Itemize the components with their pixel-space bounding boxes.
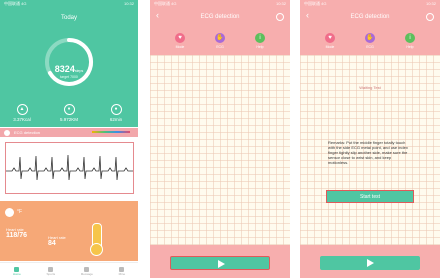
- stat-value: 3.37Kcal: [13, 117, 31, 122]
- ecg-card[interactable]: ECG detection: [0, 128, 138, 200]
- mode-button[interactable]: ♥ Mode: [310, 33, 350, 49]
- info-icon: i: [405, 33, 415, 43]
- status-bar: 中国联通 4G 10:32: [150, 0, 290, 8]
- hand-icon: ✋: [365, 33, 375, 43]
- page-title: Today: [60, 15, 77, 21]
- tab-mine[interactable]: Mine: [119, 266, 125, 276]
- header: 中国联通 4G 10:32 ‹ ECG detection ♥ Mode ✋ E…: [150, 0, 290, 55]
- info-icon: i: [255, 33, 265, 43]
- heart-icon: ♥: [325, 33, 335, 43]
- status-time: 10:32: [275, 1, 286, 6]
- status-bar: 中国联通 4G 10:32: [300, 0, 440, 8]
- play-button[interactable]: [320, 256, 420, 270]
- stat-item: ● 62min: [96, 104, 136, 122]
- stat-item: ▲ 3.37Kcal: [2, 104, 42, 122]
- status-carrier: 中国联通 4G: [154, 1, 177, 6]
- play-icon: [367, 259, 374, 267]
- waiting-text: Waiting Test: [359, 85, 381, 90]
- calorie-icon: ♦: [63, 104, 75, 115]
- distance-icon: ▲: [16, 104, 28, 115]
- thermometer-icon: [5, 208, 14, 217]
- stat-item: ♦ 5.972KM: [49, 104, 89, 122]
- tab-message[interactable]: Message: [81, 266, 93, 276]
- hand-icon: ✋: [215, 33, 225, 43]
- ecg-waveform: [5, 142, 134, 194]
- status-time: 10:32: [123, 1, 134, 6]
- home-screen: 中国联通 4G 10:32 Today 8324steps target 700…: [0, 0, 138, 278]
- blood-pressure: Heart rate 118/76: [6, 227, 28, 239]
- start-test-button[interactable]: Start test: [326, 190, 414, 203]
- temp-unit: °F: [17, 209, 23, 215]
- settings-icon[interactable]: [276, 13, 284, 21]
- page-title: ECG detection: [350, 14, 390, 20]
- temperature-card[interactable]: °F Heart rate 118/76 Heart rate 84: [0, 201, 138, 261]
- remark-text: Remarks: Put the middle finger totally t…: [328, 140, 408, 165]
- steps-value: 8324steps: [54, 64, 84, 74]
- ecg-card-header: ECG detection: [0, 128, 138, 137]
- header: 中国联通 4G 10:32 ‹ ECG detection ♥ Mode ✋ E…: [300, 0, 440, 55]
- status-time: 10:32: [425, 1, 436, 6]
- mode-button[interactable]: ♥ Mode: [160, 33, 200, 49]
- ecg-grid: [150, 55, 290, 245]
- ecg-detection-screen-remarks: 中国联通 4G 10:32 ‹ ECG detection ♥ Mode ✋ E…: [300, 0, 440, 278]
- ecg-detection-screen: 中国联通 4G 10:32 ‹ ECG detection ♥ Mode ✋ E…: [150, 0, 290, 278]
- help-button[interactable]: i Help: [390, 33, 430, 49]
- heart-icon: ♥: [175, 33, 185, 43]
- ecg-color-scale: [92, 131, 130, 133]
- steps-target: target 7000: [60, 75, 78, 79]
- help-button[interactable]: i Help: [240, 33, 280, 49]
- settings-icon[interactable]: [426, 13, 434, 21]
- ecg-mode-button[interactable]: ✋ ECG: [200, 33, 240, 49]
- tab-home[interactable]: Home: [13, 266, 21, 276]
- steps-ring: [45, 37, 94, 86]
- ecg-mode-button[interactable]: ✋ ECG: [350, 33, 390, 49]
- play-icon: [218, 260, 225, 268]
- tab-sports[interactable]: Sports: [46, 266, 55, 276]
- page-title: ECG detection: [200, 14, 240, 20]
- tab-bar: Home Sports Message Mine: [0, 262, 138, 278]
- play-button[interactable]: [170, 256, 270, 270]
- bottom-bar: [300, 245, 440, 278]
- status-bar: 中国联通 4G 10:32: [0, 0, 138, 8]
- today-panel: 中国联通 4G 10:32 Today 8324steps target 700…: [0, 0, 138, 127]
- bottom-bar: [150, 245, 290, 278]
- time-icon: ●: [110, 104, 122, 115]
- status-carrier: 中国联通 4G: [304, 1, 327, 6]
- heart-rate: Heart rate 84: [48, 235, 66, 247]
- stat-value: 62min: [109, 117, 123, 122]
- stat-value: 5.972KM: [59, 117, 78, 122]
- thermometer-graphic: [90, 223, 103, 256]
- status-carrier: 中国联通 4G: [4, 1, 27, 6]
- heart-icon: [4, 129, 10, 136]
